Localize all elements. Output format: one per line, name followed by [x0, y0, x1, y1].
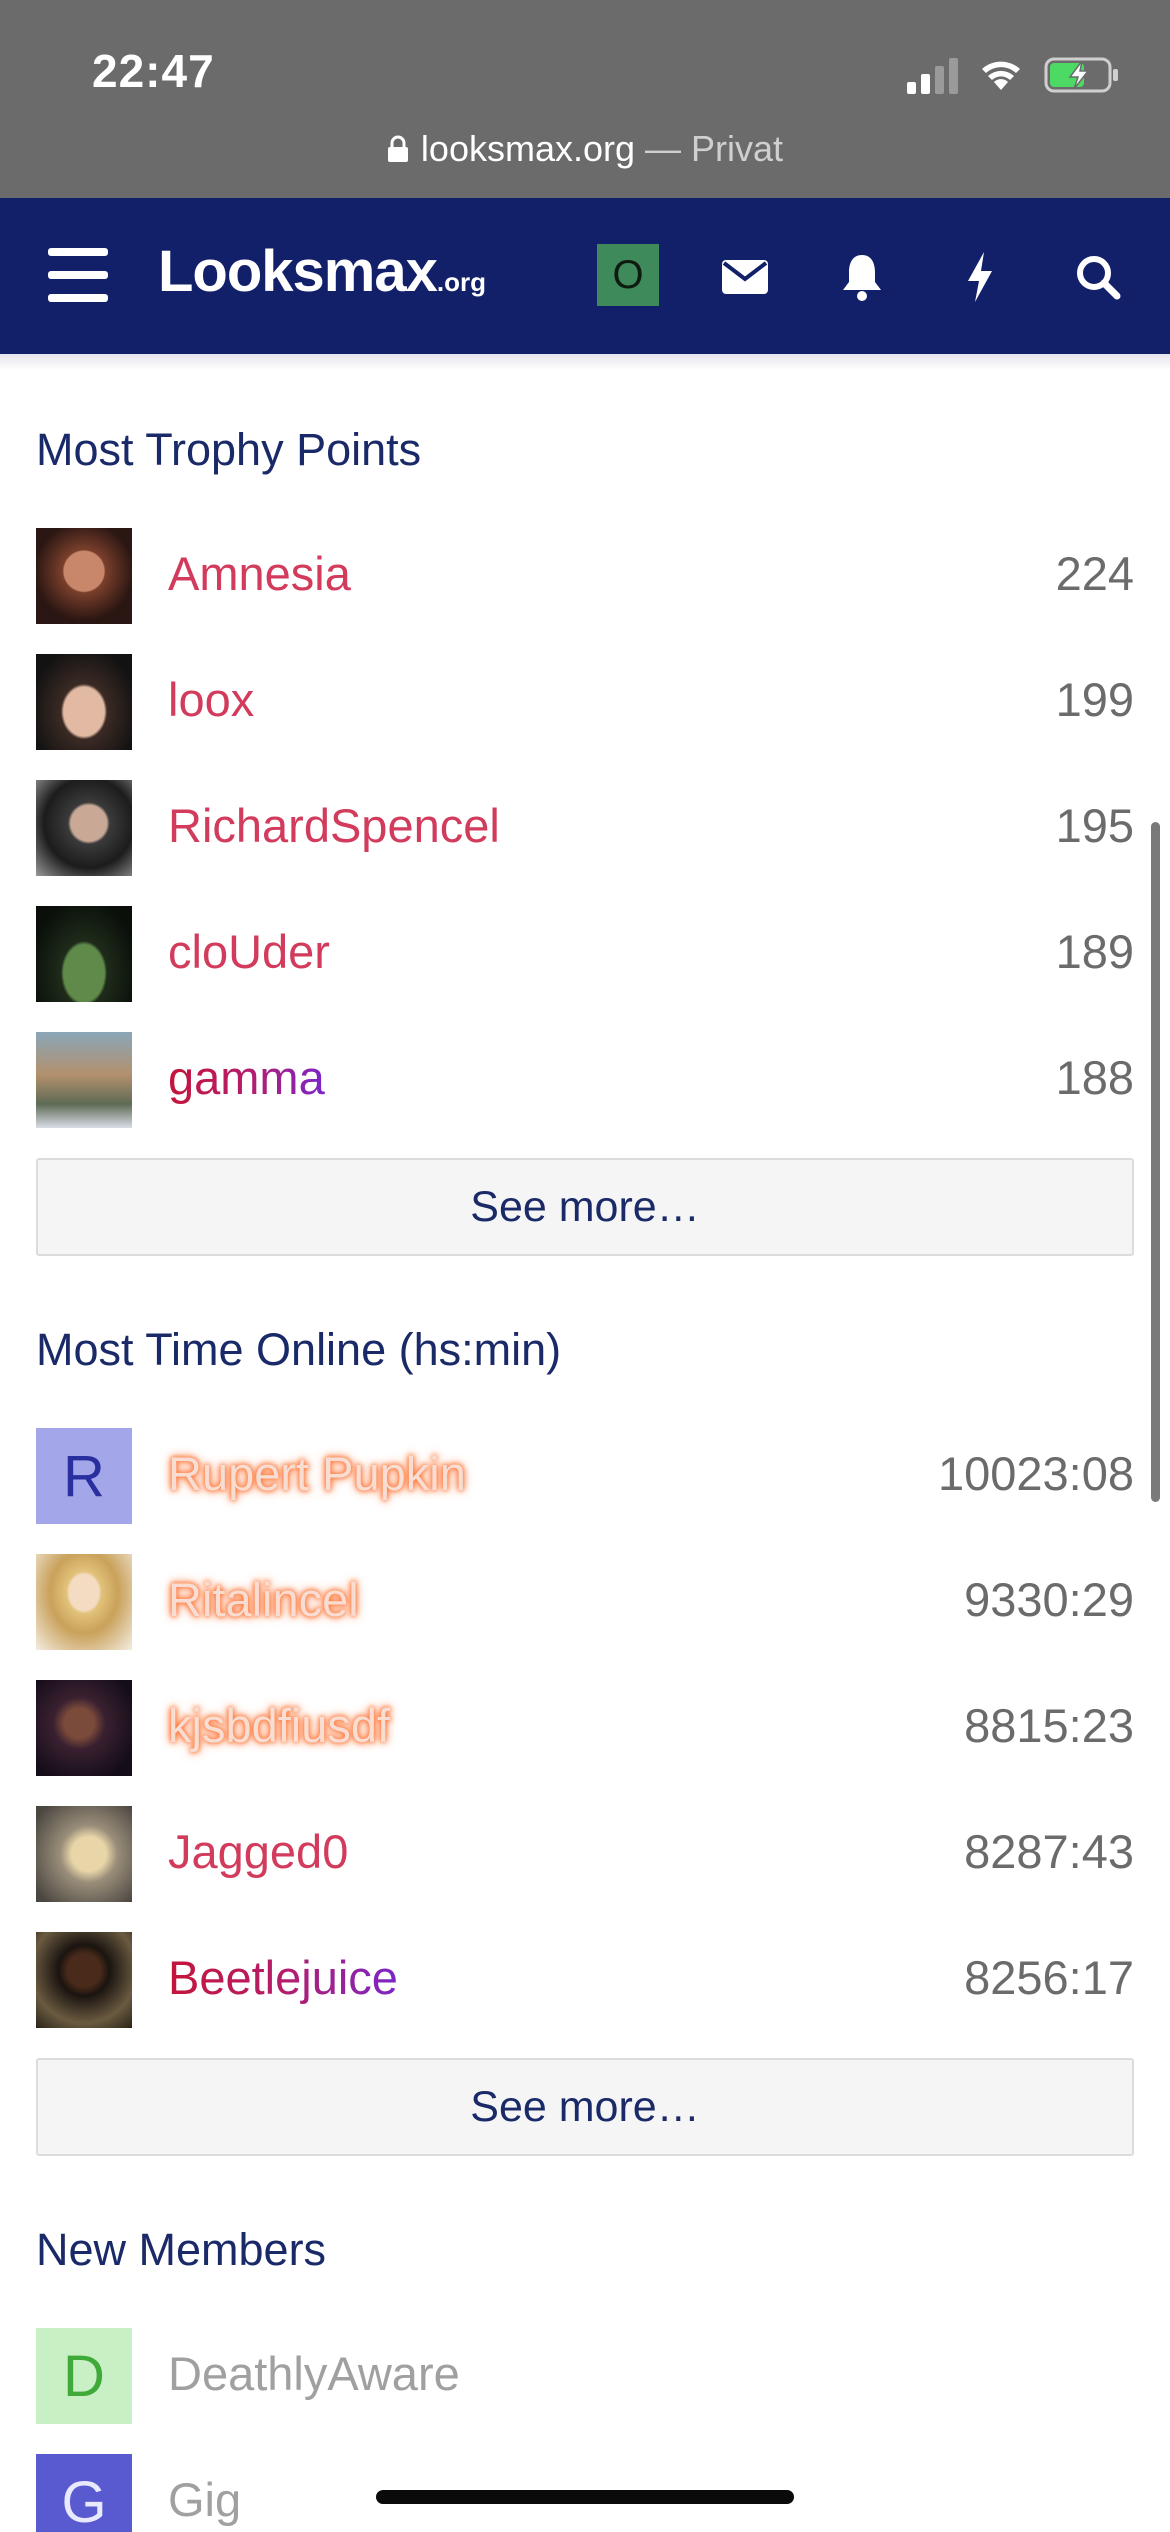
site-logo[interactable]: Looksmax.org — [158, 238, 486, 305]
list-item[interactable]: loox 199 — [36, 654, 1134, 750]
section-title-online: Most Time Online (hs:min) — [36, 1324, 562, 1375]
url-bar[interactable]: looksmax.org — Privat — [0, 128, 1170, 170]
section-title-trophy: Most Trophy Points — [36, 424, 422, 475]
avatar[interactable]: G — [36, 2454, 132, 2532]
trophy-points: 224 — [1055, 547, 1134, 600]
list-item[interactable]: gamma 188 — [36, 1032, 1134, 1128]
envelope-icon[interactable] — [714, 246, 776, 308]
search-icon[interactable] — [1067, 246, 1129, 308]
signal-icon — [907, 56, 958, 94]
avatar[interactable] — [36, 1554, 132, 1650]
account-avatar[interactable]: O — [597, 244, 659, 306]
time-online: 10023:08 — [937, 1447, 1134, 1500]
username[interactable]: Rupert Pupkin — [168, 1446, 466, 1501]
username[interactable]: gamma — [168, 1050, 325, 1105]
avatar[interactable] — [36, 1680, 132, 1776]
list-item[interactable]: Jagged0 8287:43 — [36, 1806, 1134, 1902]
wifi-icon — [982, 61, 1020, 90]
site-navbar: Looksmax.org O — [0, 198, 1170, 354]
username[interactable]: RichardSpencel — [168, 798, 500, 853]
logo-text: Looksmax — [158, 239, 438, 304]
section-title-new-members: New Members — [36, 2224, 327, 2275]
list-item[interactable]: cloUder 189 — [36, 906, 1134, 1002]
home-indicator[interactable] — [376, 2490, 794, 2504]
avatar[interactable] — [36, 1932, 132, 2028]
time-online: 8256:17 — [964, 1951, 1134, 2004]
username[interactable]: Gig — [168, 2472, 241, 2527]
list-item[interactable]: kjsbdfiusdf 8815:23 — [36, 1680, 1134, 1776]
username[interactable]: Amnesia — [168, 546, 351, 601]
list-item[interactable]: RichardSpencel 195 — [36, 780, 1134, 876]
list-item[interactable]: D DeathlyAware — [36, 2328, 1134, 2424]
status-icons — [907, 52, 1120, 98]
url-text: looksmax.org — [420, 128, 636, 169]
trophy-points: 188 — [1055, 1051, 1134, 1104]
avatar[interactable] — [36, 654, 132, 750]
url-suffix: — Privat — [645, 128, 784, 169]
list-item[interactable]: R Rupert Pupkin 10023:08 — [36, 1428, 1134, 1524]
scrollbar[interactable] — [1151, 822, 1160, 1502]
username[interactable]: Beetlejuice — [168, 1950, 398, 2005]
status-bar: 22:47 looksmax.org — Privat — [0, 0, 1170, 198]
see-more-online-button[interactable]: See more… — [36, 2058, 1134, 2156]
list-item[interactable]: Ritalincel 9330:29 — [36, 1554, 1134, 1650]
battery-charging-icon — [1044, 57, 1118, 93]
trophy-points: 199 — [1055, 673, 1134, 726]
see-more-trophy-button[interactable]: See more… — [36, 1158, 1134, 1256]
list-item[interactable]: Amnesia 224 — [36, 528, 1134, 624]
username[interactable]: Jagged0 — [168, 1824, 348, 1879]
avatar[interactable]: R — [36, 1428, 132, 1524]
bolt-icon[interactable] — [949, 246, 1011, 308]
username[interactable]: kjsbdfiusdf — [168, 1698, 390, 1753]
navbar-shadow — [0, 354, 1170, 370]
time-online: 9330:29 — [964, 1573, 1134, 1626]
status-time: 22:47 — [92, 45, 215, 97]
avatar[interactable] — [36, 780, 132, 876]
menu-icon[interactable] — [48, 248, 108, 302]
time-online: 8287:43 — [964, 1825, 1134, 1878]
list-item[interactable]: Beetlejuice 8256:17 — [36, 1932, 1134, 2028]
username[interactable]: loox — [168, 672, 254, 727]
username[interactable]: DeathlyAware — [168, 2346, 460, 2401]
avatar[interactable] — [36, 1806, 132, 1902]
username[interactable]: Ritalincel — [168, 1572, 359, 1627]
trophy-points: 189 — [1055, 925, 1134, 978]
bell-icon[interactable] — [831, 246, 893, 308]
lock-icon — [387, 135, 408, 162]
username[interactable]: cloUder — [168, 924, 330, 979]
avatar[interactable] — [36, 906, 132, 1002]
time-online: 8815:23 — [964, 1699, 1134, 1752]
logo-suffix: .org — [436, 267, 486, 297]
avatar[interactable] — [36, 1032, 132, 1128]
avatar[interactable] — [36, 528, 132, 624]
avatar[interactable]: D — [36, 2328, 132, 2424]
trophy-points: 195 — [1055, 799, 1134, 852]
